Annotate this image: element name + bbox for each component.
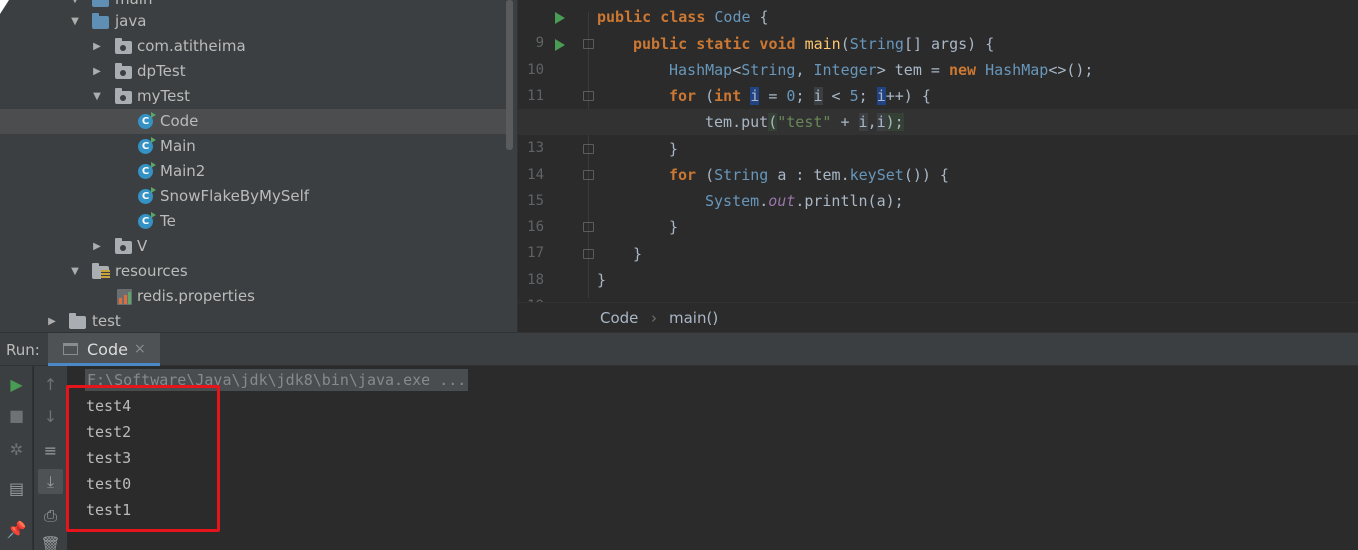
code-line-11[interactable]: 11 HashMap<String, Integer> tem = new Ha… xyxy=(518,57,1358,104)
breadcrumb: Code › main() xyxy=(518,302,1358,332)
tree-item-label: SnowFlakeByMySelf xyxy=(160,187,310,205)
tree-item-test[interactable]: ▶ test xyxy=(0,309,506,332)
tree-item-com-atitheima[interactable]: ▶ com.atitheima xyxy=(0,34,506,59)
down-arrow-icon[interactable]: ↓ xyxy=(38,404,63,429)
package-icon xyxy=(115,238,133,254)
debug-icon[interactable]: ✲ xyxy=(4,437,29,462)
layout-icon[interactable]: ▤ xyxy=(4,476,29,501)
chevron-down-icon[interactable]: ▼ xyxy=(69,259,81,284)
code-line-15[interactable]: 15 for (String a : tem.keySet()) { xyxy=(518,162,1358,209)
code-line-10[interactable]: 10 public static void main(String[] args… xyxy=(518,31,1358,78)
class-icon: C xyxy=(138,187,156,204)
code-editor[interactable]: 9 public class Code { 10 public static v… xyxy=(517,0,1358,332)
run-label: Run: xyxy=(6,341,40,359)
up-arrow-icon[interactable]: ↑ xyxy=(38,372,63,397)
tree-item-code[interactable]: C Code xyxy=(0,109,506,134)
run-icon[interactable] xyxy=(555,12,565,24)
fold-icon[interactable] xyxy=(583,144,594,154)
tree-item-label: Code xyxy=(160,112,199,130)
tree-item-mytest[interactable]: ▼ myTest xyxy=(0,84,506,109)
chevron-right-icon[interactable]: ▶ xyxy=(91,234,103,259)
fold-icon[interactable] xyxy=(583,91,594,101)
scroll-to-end-icon[interactable]: ⤓ xyxy=(38,469,63,494)
run-toolbar-right: ↑ ↓ ≡ ⤓ ⎙ 🗑 xyxy=(34,366,67,550)
fold-icon[interactable] xyxy=(583,249,594,259)
tree-item-label: V xyxy=(137,237,148,255)
tree-item-label: com.atitheima xyxy=(137,37,246,55)
cursor-icon xyxy=(0,0,9,14)
rerun-icon[interactable]: ▶ xyxy=(4,372,29,397)
chevron-down-icon[interactable]: ▼ xyxy=(69,9,81,34)
chevron-right-icon[interactable]: ▶ xyxy=(91,34,103,59)
fold-icon[interactable] xyxy=(583,39,594,49)
project-tree: ▼ main ▼ java ▶ com.atitheima ▶ dpTest ▼… xyxy=(0,0,517,332)
chevron-down-icon[interactable]: ▼ xyxy=(91,84,103,109)
tree-item-dptest[interactable]: ▶ dpTest xyxy=(0,59,506,84)
tree-item-main-class[interactable]: C Main xyxy=(0,134,506,159)
tree-scrollbar[interactable] xyxy=(506,0,513,150)
tree-item-redis-properties[interactable]: redis.properties xyxy=(0,284,506,309)
chevron-right-icon[interactable]: ▶ xyxy=(46,309,58,332)
pin-icon[interactable]: 📌 xyxy=(4,517,29,542)
tree-item-v[interactable]: ▶ V xyxy=(0,234,506,259)
run-tab-label: Code xyxy=(87,340,128,359)
run-tab-code[interactable]: Code × xyxy=(48,333,160,366)
stop-icon[interactable]: ■ xyxy=(4,403,29,428)
folder-icon xyxy=(92,13,110,29)
tree-item-resources[interactable]: ▼ resources xyxy=(0,259,506,284)
tree-item-snowflakebymyself[interactable]: C SnowFlakeByMySelf xyxy=(0,184,506,209)
class-icon: C xyxy=(138,212,156,229)
tree-item-label: Main2 xyxy=(160,162,206,180)
class-icon: C xyxy=(138,137,156,154)
code-line-16[interactable]: 16 System.out.println(a); xyxy=(518,188,1358,235)
code-line-13[interactable]: 13 tem.put("test" + i,i); xyxy=(518,109,1358,156)
class-icon: C xyxy=(138,112,156,129)
package-icon xyxy=(115,88,133,104)
delete-icon[interactable]: 🗑 xyxy=(38,532,63,550)
tree-item-label: Main xyxy=(160,137,196,155)
class-icon: C xyxy=(138,162,156,179)
package-icon xyxy=(115,38,133,54)
tree-item-label: Te xyxy=(160,212,176,230)
code-line-19[interactable]: 19 } xyxy=(518,267,1358,314)
breadcrumb-method[interactable]: main() xyxy=(669,303,718,333)
properties-file-icon xyxy=(117,289,132,305)
folder-icon xyxy=(92,0,110,7)
tree-item-label: dpTest xyxy=(137,62,186,80)
run-tool-window-header: Run: Code × xyxy=(0,332,1358,366)
run-toolbar-left: ▶ ■ ✲ ▤ 📌 xyxy=(0,366,33,550)
tree-item-te[interactable]: C Te xyxy=(0,209,506,234)
tree-item-main2[interactable]: C Main2 xyxy=(0,159,506,184)
soft-wrap-icon[interactable]: ≡ xyxy=(38,438,63,463)
breadcrumb-separator: › xyxy=(651,309,657,327)
output-highlight-box xyxy=(66,385,220,532)
folder-icon xyxy=(69,313,87,329)
package-icon xyxy=(115,63,133,79)
tree-item-java[interactable]: ▼ java xyxy=(0,9,506,34)
console-icon xyxy=(63,343,78,355)
print-icon[interactable]: ⎙ xyxy=(38,503,63,528)
fold-icon[interactable] xyxy=(583,222,594,232)
tree-item-label: java xyxy=(115,12,147,30)
folder-icon xyxy=(92,263,110,279)
tree-item-label: redis.properties xyxy=(137,287,255,305)
fold-icon[interactable] xyxy=(583,170,594,180)
code-line-18[interactable]: 18 } xyxy=(518,241,1358,288)
run-icon[interactable] xyxy=(555,39,565,51)
tree-item-label: test xyxy=(92,312,121,330)
chevron-right-icon[interactable]: ▶ xyxy=(91,59,103,84)
tree-item-label: myTest xyxy=(137,87,191,105)
code-line-14[interactable]: 14 } xyxy=(518,136,1358,183)
close-icon[interactable]: × xyxy=(134,333,146,366)
code-line-12[interactable]: 12 for (int i = 0; i < 5; i++) { xyxy=(518,83,1358,130)
console-output[interactable]: F:\Software\Java\jdk\jdk8\bin\java.exe .… xyxy=(67,366,1358,550)
tree-item-label: resources xyxy=(115,262,188,280)
code-line-17[interactable]: 17 } xyxy=(518,214,1358,261)
breadcrumb-file[interactable]: Code xyxy=(600,303,638,333)
code-line-9[interactable]: 9 public class Code { xyxy=(518,4,1358,51)
